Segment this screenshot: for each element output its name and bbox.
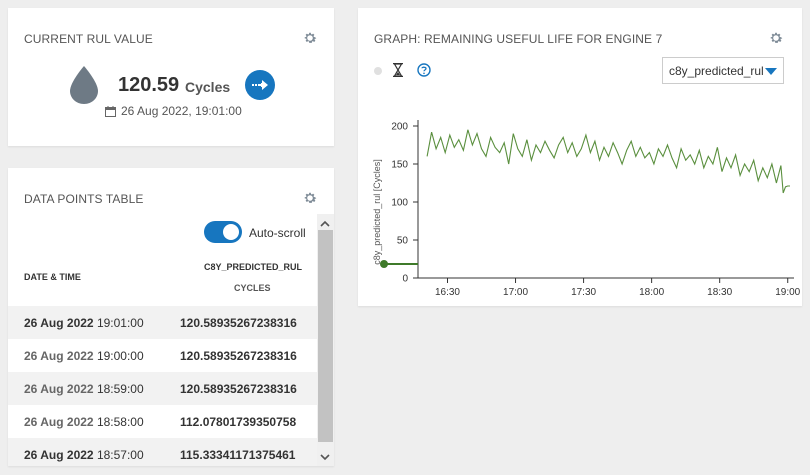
y-tick-label: 150 <box>391 160 408 171</box>
column-header-series: C8Y_PREDICTED_RUL <box>204 262 303 272</box>
y-tick-label: 100 <box>391 198 408 209</box>
row-day: 26 Aug 2022 <box>24 447 94 462</box>
x-tick-label: 18:00 <box>639 287 664 298</box>
row-day: 26 Aug 2022 <box>24 315 94 330</box>
rul-graph-card: GRAPH: REMAINING USEFUL LIFE FOR ENGINE … <box>358 8 802 306</box>
row-time: 19:00:00 <box>96 348 144 363</box>
row-day: 26 Aug 2022 <box>24 348 94 363</box>
y-axis-label: c8y_predicted_rul [Cycles] <box>372 159 382 265</box>
series-marker-dot <box>380 260 388 268</box>
y-tick-label: 200 <box>391 122 408 133</box>
column-header-unit: CYCLES <box>234 283 271 293</box>
x-tick-label: 17:30 <box>571 287 596 298</box>
row-day: 26 Aug 2022 <box>24 414 94 429</box>
series-select-value: c8y_predicted_rul <box>669 63 764 78</box>
hourglass-icon[interactable] <box>392 62 404 78</box>
row-day: 26 Aug 2022 <box>24 381 94 396</box>
graph-settings-gear-icon[interactable] <box>768 30 784 46</box>
table-body: 26 Aug 2022 19:01:00 120.58935267238316 … <box>8 306 317 466</box>
autoscroll-toggle[interactable] <box>204 221 242 243</box>
y-tick-label: 0 <box>402 274 408 285</box>
rul-unit: Cycles <box>185 79 231 95</box>
row-time: 19:01:00 <box>96 315 144 330</box>
row-time: 18:58:00 <box>96 414 144 429</box>
x-tick-label: 19:00 <box>775 287 800 298</box>
rul-settings-gear-icon[interactable] <box>302 30 318 46</box>
table-scrollbar-thumb[interactable] <box>318 230 333 442</box>
row-time: 18:57:00 <box>96 447 144 462</box>
rul-series-line <box>426 129 790 194</box>
table-settings-gear-icon[interactable] <box>302 190 318 206</box>
row-value: 120.58935267238316 <box>180 348 297 363</box>
rul-navigate-button[interactable] <box>245 70 275 100</box>
autoscroll-label: Auto-scroll <box>249 226 306 240</box>
table-row: 26 Aug 2022 18:58:00 112.07801739350758 <box>8 405 317 438</box>
table-row: 26 Aug 2022 18:57:00 115.33341171375461 <box>8 438 317 466</box>
table-row: 26 Aug 2022 19:01:00 120.58935267238316 <box>8 306 317 339</box>
row-value: 120.58935267238316 <box>180 315 297 330</box>
scroll-up-icon[interactable] <box>319 217 331 229</box>
rul-timestamp: 26 Aug 2022, 19:01:00 <box>105 104 242 118</box>
row-value: 115.33341171375461 <box>180 447 296 462</box>
table-row: 26 Aug 2022 19:00:00 120.58935267238316 <box>8 339 317 372</box>
current-rul-card: CURRENT RUL VALUE 120.59 Cycles 26 Aug 2… <box>8 8 334 146</box>
realtime-indicator-dot[interactable] <box>374 67 382 75</box>
scroll-down-icon[interactable] <box>319 450 331 462</box>
calendar-icon <box>105 105 116 117</box>
x-tick-label: 17:00 <box>503 287 528 298</box>
rul-card-title: CURRENT RUL VALUE <box>24 32 153 46</box>
x-tick-label: 18:30 <box>707 287 732 298</box>
x-tick-label: 16:30 <box>435 287 460 298</box>
row-value: 120.58935267238316 <box>180 381 297 396</box>
arrow-right-icon <box>252 80 268 90</box>
y-tick-label: 50 <box>397 236 409 247</box>
data-points-table-card: DATA POINTS TABLE Auto-scroll DATE & TIM… <box>8 168 334 466</box>
graph-card-title: GRAPH: REMAINING USEFUL LIFE FOR ENGINE … <box>374 32 663 46</box>
row-time: 18:59:00 <box>96 381 144 396</box>
rul-line-chart: 0 50 100 150 200 16:30 17:00 17:30 18:00 18:30 19:… <box>372 120 801 298</box>
table-row: 26 Aug 2022 18:59:00 120.58935267238316 <box>8 372 317 405</box>
help-icon[interactable] <box>417 63 431 77</box>
rul-value: 120.59 <box>118 74 180 96</box>
table-card-title: DATA POINTS TABLE <box>24 192 144 206</box>
water-drop-icon <box>70 66 98 104</box>
dropdown-caret-icon <box>765 68 777 75</box>
row-value: 112.07801739350758 <box>180 414 297 429</box>
column-header-date: DATE & TIME <box>24 272 81 282</box>
series-select[interactable]: c8y_predicted_rul <box>662 57 784 84</box>
rul-date-text: 26 Aug 2022, 19:01:00 <box>121 104 242 118</box>
